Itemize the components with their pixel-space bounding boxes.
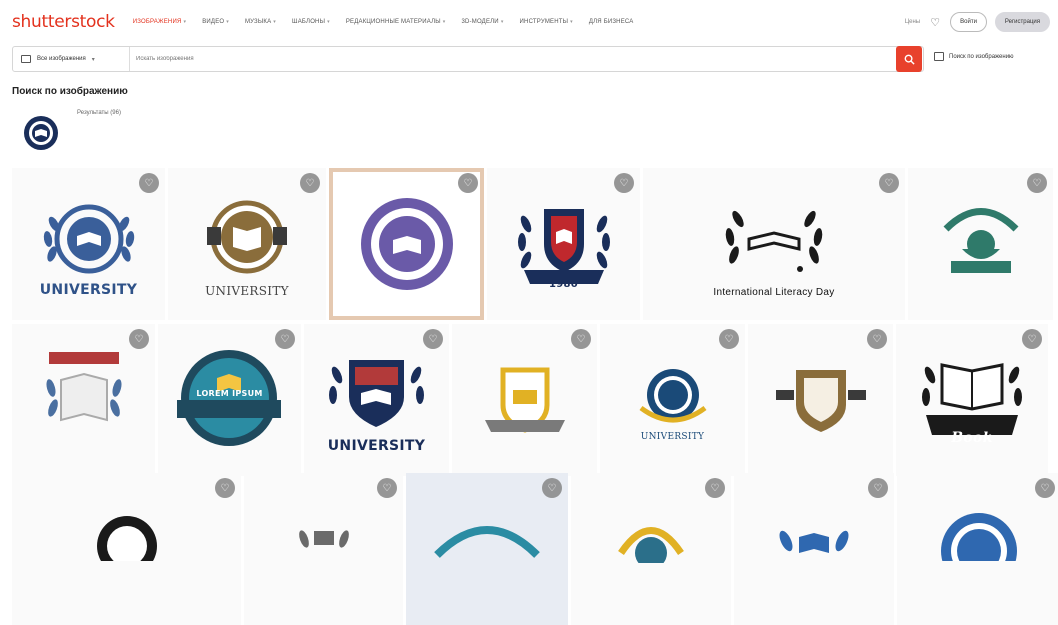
gold-shield-emblem: [484, 367, 565, 433]
favorite-heart-icon[interactable]: ♡: [129, 329, 149, 349]
chevron-down-icon: ▾: [500, 19, 504, 25]
nav-images[interactable]: Изображения ▾: [133, 19, 187, 25]
result-image[interactable]: LOREM IPSUM ♡: [158, 324, 301, 476]
grey-laurel-emblem: [298, 530, 349, 548]
laurel-book-emblem: [725, 210, 823, 272]
image-icon: [21, 55, 31, 63]
results-count: Результаты (96): [77, 110, 121, 116]
signup-button[interactable]: Регистрация: [994, 12, 1050, 32]
result-image[interactable]: ♡: [571, 473, 731, 625]
result-image[interactable]: ♡: [12, 473, 241, 625]
favorite-heart-icon[interactable]: ♡: [275, 329, 295, 349]
purple-emblem: [360, 198, 453, 290]
search-button[interactable]: [896, 46, 922, 72]
gold-laurel-emblem: [618, 527, 684, 563]
search-icon: [904, 54, 915, 65]
heart-icon[interactable]: ♡: [928, 15, 942, 29]
result-image[interactable]: ♡: [748, 324, 893, 476]
favorite-heart-icon[interactable]: ♡: [867, 329, 887, 349]
search-scope-dropdown[interactable]: Все изображения ▾: [13, 47, 130, 71]
result-image[interactable]: International Literacy Day ♡: [643, 168, 905, 320]
favorite-heart-icon[interactable]: ♡: [719, 329, 739, 349]
tile-text: LOREM IPSUM: [196, 389, 263, 398]
favorite-heart-icon[interactable]: ♡: [300, 173, 320, 193]
result-image[interactable]: UNIVERSITY ♡: [168, 168, 326, 320]
chevron-down-icon: ▾: [570, 19, 573, 25]
grid-row: ♡ LOREM IPSUM ♡ UNIVERSITY ♡ ♡ UNIVERSIT…: [12, 324, 1048, 476]
tile-caption: UNIVERSITY: [39, 282, 138, 298]
blue-laurel-emblem: [779, 530, 849, 553]
favorite-heart-icon[interactable]: ♡: [1022, 329, 1042, 349]
nav-3d-models[interactable]: 3D-модели ▾: [461, 19, 503, 25]
favorite-heart-icon[interactable]: ♡: [879, 173, 899, 193]
nav-music[interactable]: Музыка ▾: [245, 19, 276, 25]
result-image[interactable]: UNIVERSITY ♡: [304, 324, 449, 476]
result-image[interactable]: UNIVERSITY ♡: [600, 324, 745, 476]
result-image[interactable]: 1980 ♡: [487, 168, 640, 320]
tile-caption: Book: [951, 430, 993, 446]
image-search-link[interactable]: Поиск по изображению: [934, 52, 1014, 61]
result-image[interactable]: Book ♡: [896, 324, 1048, 476]
image-search-icon: [934, 52, 944, 61]
grid-row: ♡ ♡ ♡ ♡ ♡ ♡: [12, 473, 1058, 625]
main-nav: Изображения ▾ Видео ▾ Музыка ▾ Шаблоны ▾ Ред…: [133, 19, 634, 25]
header-actions: Цены ♡ Войти Регистрация: [905, 12, 1050, 32]
query-image-thumbnail[interactable]: [21, 113, 61, 153]
favorite-heart-icon[interactable]: ♡: [1035, 478, 1055, 498]
chevron-down-icon: ▾: [226, 19, 229, 25]
result-image-selected[interactable]: ♡: [329, 168, 484, 320]
result-image[interactable]: ♡: [452, 324, 597, 476]
favorite-heart-icon[interactable]: ♡: [542, 478, 562, 498]
student-day-emblem: [434, 526, 540, 558]
search-input[interactable]: [130, 47, 923, 71]
tile-caption: UNIVERSITY: [327, 438, 426, 454]
top-bar: shutterstock Изображения ▾ Видео ▾ Музыка ▾…: [0, 0, 1058, 44]
tile-caption: International Literacy Day: [713, 287, 835, 298]
favorite-heart-icon[interactable]: ♡: [215, 478, 235, 498]
result-image[interactable]: ♡: [406, 473, 568, 625]
tile-caption: UNIVERSITY: [205, 284, 289, 298]
chevron-down-icon: ▾: [442, 19, 446, 25]
lorem-ipsum-emblem: [177, 350, 281, 446]
chevron-down-icon: ▾: [183, 19, 187, 25]
nav-editorial[interactable]: Редакционные материалы ▾: [346, 19, 446, 25]
chevron-down-icon: ▾: [273, 19, 277, 25]
favorite-heart-icon[interactable]: ♡: [1027, 173, 1047, 193]
nav-video[interactable]: Видео ▾: [202, 19, 229, 25]
favorite-heart-icon[interactable]: ♡: [139, 173, 159, 193]
nav-templates[interactable]: Шаблоны ▾: [292, 19, 330, 25]
nav-tools[interactable]: Инструменты ▾: [520, 19, 573, 25]
nav-business[interactable]: Для бизнеса: [589, 19, 634, 25]
favorite-heart-icon[interactable]: ♡: [868, 478, 888, 498]
result-image[interactable]: ♡: [897, 473, 1058, 625]
tile-caption: 1980: [548, 279, 579, 290]
favorite-heart-icon[interactable]: ♡: [377, 478, 397, 498]
result-image[interactable]: ♡: [734, 473, 894, 625]
result-image[interactable]: ♡: [244, 473, 403, 625]
blue-circle-emblem: [941, 513, 1017, 561]
black-laurel-emblem: [96, 516, 157, 561]
chevron-down-icon: ▾: [91, 56, 95, 63]
login-button[interactable]: Войти: [950, 12, 987, 32]
favorite-heart-icon[interactable]: ♡: [614, 173, 634, 193]
result-image[interactable]: ♡: [908, 168, 1053, 320]
search-bar: Все изображения ▾: [12, 46, 924, 72]
chevron-down-icon: ▾: [327, 19, 330, 25]
teacher-day-emblem: [943, 208, 1018, 273]
pricing-link[interactable]: Цены: [905, 19, 920, 25]
book-laurel-emblem: [45, 352, 122, 422]
favorite-heart-icon[interactable]: ♡: [571, 329, 591, 349]
favorite-heart-icon[interactable]: ♡: [705, 478, 725, 498]
page-title: Поиск по изображению: [12, 86, 128, 97]
favorite-heart-icon[interactable]: ♡: [458, 173, 478, 193]
result-image[interactable]: ♡: [12, 324, 155, 476]
favorite-heart-icon[interactable]: ♡: [423, 329, 443, 349]
grid-row: UNIVERSITY ♡ UNIVERSITY ♡ ♡ 1980 ♡ Inter…: [12, 168, 1053, 320]
result-image[interactable]: UNIVERSITY ♡: [12, 168, 165, 320]
tile-caption: UNIVERSITY: [640, 432, 705, 442]
brown-shield-emblem: [775, 370, 866, 432]
book-emblem: [207, 200, 287, 274]
shutterstock-logo[interactable]: shutterstock: [12, 12, 115, 32]
